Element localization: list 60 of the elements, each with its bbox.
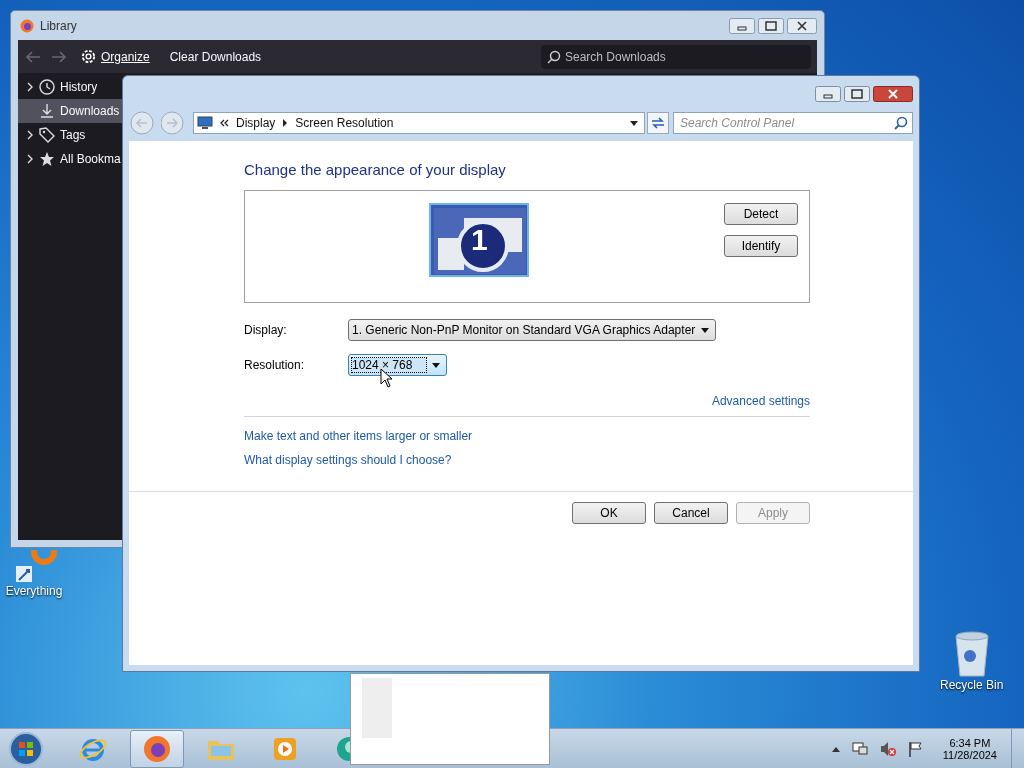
star-icon (39, 151, 55, 167)
window-title: Library (40, 18, 77, 33)
flag-icon[interactable] (906, 739, 925, 758)
address-bar[interactable]: Display Screen Resolution (193, 112, 645, 134)
monitor-number: 1 (471, 225, 488, 255)
dropdown-arrow-icon (432, 362, 441, 368)
help-link[interactable]: What display settings should I choose? (244, 453, 452, 467)
close-button[interactable] (873, 86, 913, 102)
download-icon (39, 103, 55, 119)
organize-menu-button[interactable]: Organize (76, 46, 158, 67)
sidebar-item[interactable]: Downloads (18, 99, 122, 123)
side-button[interactable]: Identify (724, 235, 798, 257)
sidebar-item[interactable]: History (18, 75, 122, 99)
maximize-button[interactable] (758, 17, 784, 34)
search-field[interactable]: Search Downloads (541, 44, 811, 69)
search-icon (894, 116, 908, 130)
firefox-icon (142, 733, 172, 764)
maximize-button[interactable] (844, 86, 870, 102)
breadcrumb-arrow-icon (282, 119, 289, 127)
close-button[interactable] (787, 17, 817, 34)
desktop-icon-label[interactable]: Recycle Bin (940, 678, 1004, 692)
dropdown[interactable]: 1. Generic Non-PnP Monitor on Standard VGA Graphics Adapter (348, 319, 717, 341)
clear-downloads-button[interactable]: Clear Downloads (165, 47, 266, 66)
start-button[interactable] (8, 730, 44, 767)
tag-icon (39, 127, 55, 143)
field-label: Resolution: (244, 358, 306, 372)
search-icon (547, 49, 561, 64)
sidebar-item[interactable]: All Bookma (18, 147, 122, 171)
side-button[interactable]: Detect (724, 203, 798, 225)
mouse-cursor-icon (380, 368, 394, 388)
clock[interactable]: 6:34 PM 11/28/2024 (942, 736, 997, 761)
search-field[interactable]: Search Control Panel (673, 112, 913, 134)
back-arrow-icon[interactable] (24, 49, 42, 64)
double-chevron-icon (220, 119, 229, 127)
clock-icon (39, 79, 55, 95)
dropdown-arrow-icon (701, 327, 710, 333)
monitor-thumbnail[interactable]: 1 (429, 203, 529, 277)
dropdown-arrow-icon[interactable] (630, 120, 638, 126)
network-icon[interactable] (850, 739, 869, 758)
dialog-button[interactable]: OK (572, 502, 646, 524)
breadcrumb-item[interactable]: Display (236, 116, 276, 130)
field-label: Display: (244, 323, 288, 337)
chevron-icon[interactable] (26, 82, 34, 92)
minimize-button[interactable] (815, 86, 841, 102)
advanced-settings-link[interactable]: Advanced settings (711, 394, 810, 408)
sidebar-item[interactable]: Tags (18, 123, 122, 147)
taskbar-app-button[interactable] (130, 729, 184, 768)
help-link[interactable]: Make text and other items larger or smaller (244, 429, 473, 443)
dialog-button[interactable]: Cancel (654, 502, 728, 524)
refresh-button[interactable] (647, 112, 669, 134)
page-heading: Change the appearance of your display (244, 161, 507, 178)
monitor-icon (197, 116, 213, 130)
breadcrumb-item[interactable]: Screen Resolution (295, 116, 394, 130)
forward-arrow-icon[interactable] (50, 49, 68, 64)
dropdown[interactable]: 1024 × 768 (348, 354, 448, 376)
chevron-icon[interactable] (26, 130, 34, 140)
settings-icon (80, 48, 97, 65)
chevron-icon[interactable] (26, 154, 34, 164)
minimize-button[interactable] (729, 17, 755, 34)
firefox-icon (20, 18, 34, 33)
